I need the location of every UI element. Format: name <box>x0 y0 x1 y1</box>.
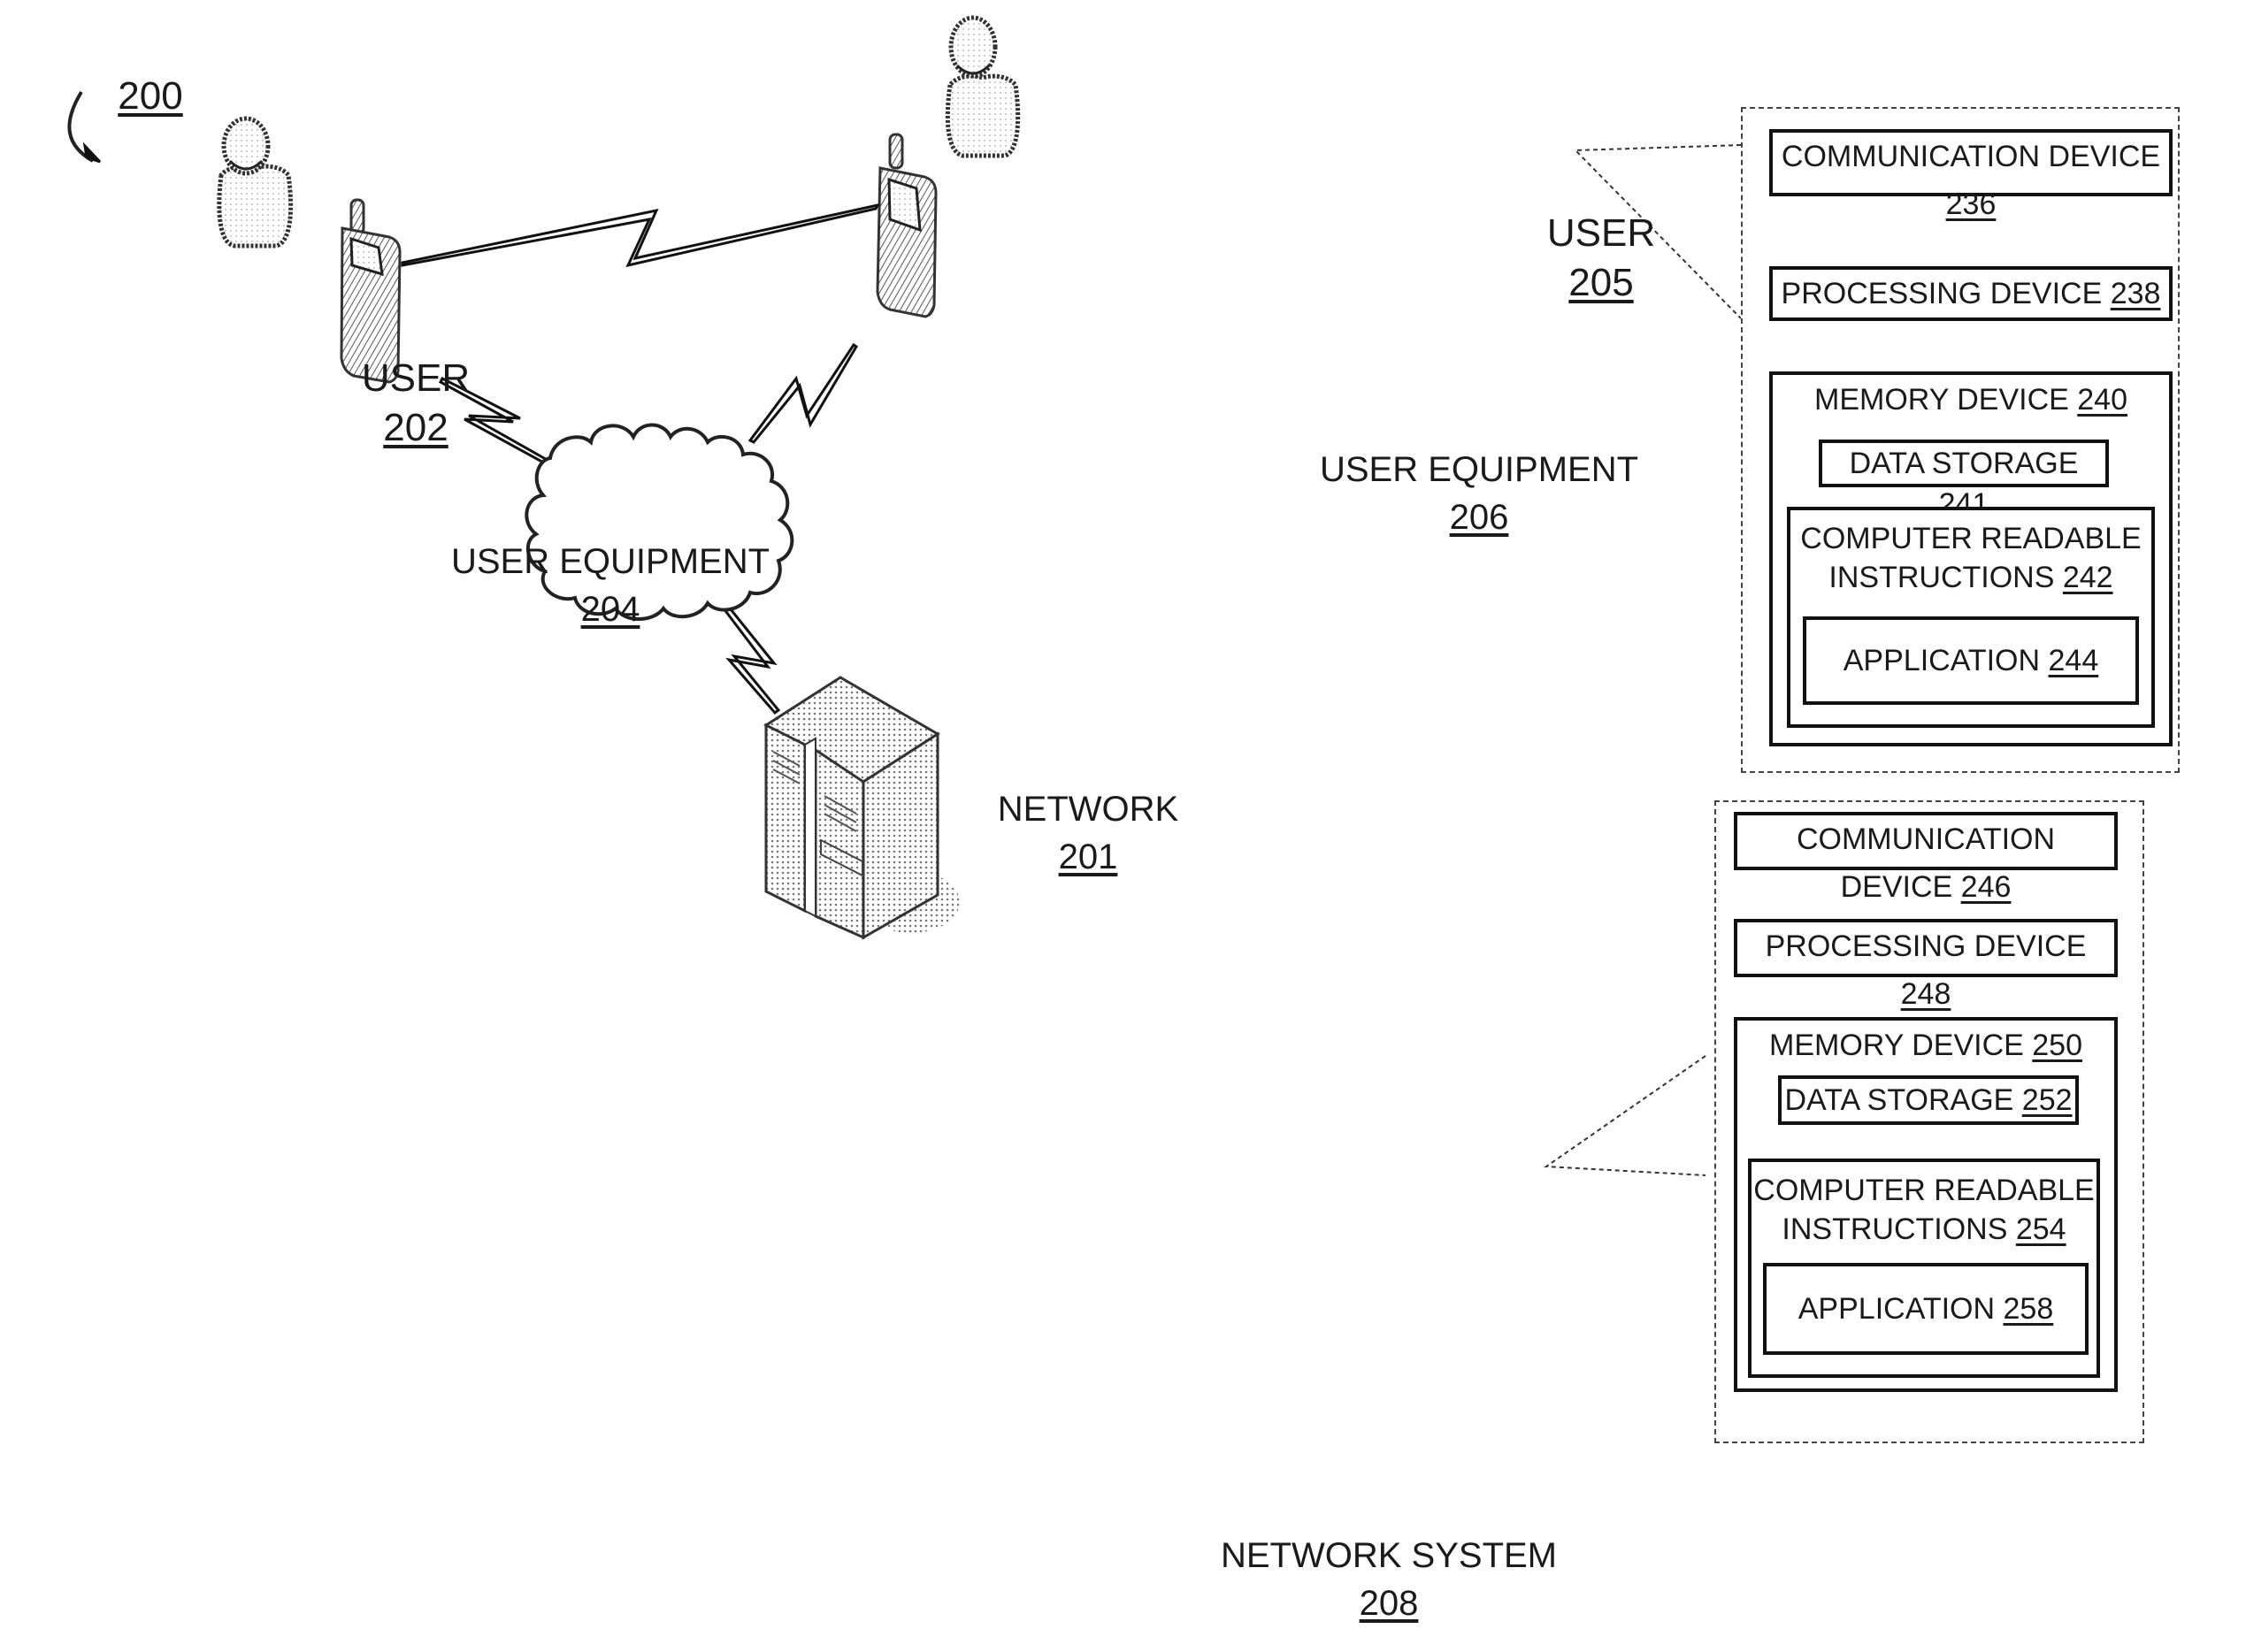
system-instructions-label-line2: INSTRUCTIONS <box>1782 1212 2008 1246</box>
user-equipment-206-ref: 206 <box>1449 498 1509 537</box>
system-application-ref: 258 <box>2003 1292 2054 1326</box>
user-202-label: USER 202 <box>336 354 495 453</box>
system-detail-callout-pointer <box>1544 1055 1706 1176</box>
system-memory-device-label: MEMORY DEVICE <box>1769 1029 2024 1062</box>
user-equipment-206-phone-icon <box>876 133 938 318</box>
ue-instructions-ref: 242 <box>2062 561 2113 594</box>
ue-application-ref: 244 <box>2048 644 2099 677</box>
wireless-link-ue206-network <box>747 342 859 444</box>
ue-memory-device-ref: 240 <box>2077 383 2127 417</box>
user-205-title: USER <box>1546 211 1656 255</box>
network-label: NETWORK 201 <box>964 785 1212 881</box>
ue-communication-device-box: COMMUNICATION DEVICE 236 <box>1769 129 2173 221</box>
system-processing-device-box: PROCESSING DEVICE 248 <box>1734 919 2118 1011</box>
user-equipment-204-ref: 204 <box>580 590 640 629</box>
network-ref: 201 <box>1058 837 1118 876</box>
network-system-title: NETWORK SYSTEM <box>1220 1536 1558 1575</box>
system-communication-device-box: COMMUNICATION DEVICE 246 <box>1734 812 2118 904</box>
user-202-icon <box>217 116 294 249</box>
ue-communication-device-label: COMMUNICATION DEVICE <box>1781 140 2161 173</box>
user-202-title: USER <box>361 356 471 400</box>
user-equipment-204-title: USER EQUIPMENT <box>450 542 770 581</box>
ue-memory-device-label: MEMORY DEVICE <box>1814 383 2069 417</box>
system-data-storage-ref: 252 <box>2021 1083 2073 1117</box>
ue-instructions-label-line2: INSTRUCTIONS <box>1828 561 2055 594</box>
user-205-ref: 205 <box>1568 261 1634 304</box>
ue-data-storage-box: DATA STORAGE 241 <box>1819 440 2109 521</box>
system-application-box: APPLICATION 258 <box>1763 1263 2089 1355</box>
ue-data-storage-label: DATA STORAGE <box>1849 447 2079 480</box>
figure-ref-number: 200 <box>118 74 183 118</box>
user-205-icon <box>945 15 1021 158</box>
user-equipment-206-label: USER EQUIPMENT 206 <box>1302 446 1656 541</box>
ue-communication-device-ref: 236 <box>1945 187 1997 221</box>
ue-processing-device-label: PROCESSING DEVICE <box>1781 277 2103 310</box>
figure-ref-label: 200 <box>106 73 195 120</box>
ue-processing-device-ref: 238 <box>2110 277 2161 310</box>
network-title: NETWORK <box>997 790 1179 829</box>
system-memory-device-ref: 250 <box>2032 1029 2082 1062</box>
user-equipment-206-title: USER EQUIPMENT <box>1319 450 1639 489</box>
wireless-link-ue204-ue206 <box>401 203 880 268</box>
network-system-label: NETWORK SYSTEM 208 <box>1203 1532 1575 1627</box>
system-data-storage-label: DATA STORAGE <box>1784 1083 2014 1117</box>
ue-processing-device-box: PROCESSING DEVICE 238 <box>1769 266 2173 321</box>
network-system-ref: 208 <box>1359 1584 1419 1623</box>
user-equipment-204-label: USER EQUIPMENT 204 <box>433 538 787 633</box>
system-data-storage-box: DATA STORAGE 252 <box>1778 1075 2079 1125</box>
ue-application-box: APPLICATION 244 <box>1803 616 2139 705</box>
system-communication-device-ref: 246 <box>1960 870 2012 904</box>
ue-instructions-label-line1: COMPUTER READABLE <box>1800 522 2142 555</box>
system-application-label: APPLICATION <box>1798 1292 1996 1326</box>
system-processing-device-ref: 248 <box>1900 977 1951 1011</box>
ue-application-label: APPLICATION <box>1843 644 2041 677</box>
network-system-server-icon <box>763 676 960 940</box>
user-202-ref: 202 <box>383 406 448 449</box>
system-instructions-ref: 254 <box>2015 1212 2066 1246</box>
user-205-label: USER 205 <box>1522 209 1681 308</box>
system-instructions-label-line1: COMPUTER READABLE <box>1753 1174 2095 1207</box>
system-processing-device-label: PROCESSING DEVICE <box>1765 929 2087 963</box>
